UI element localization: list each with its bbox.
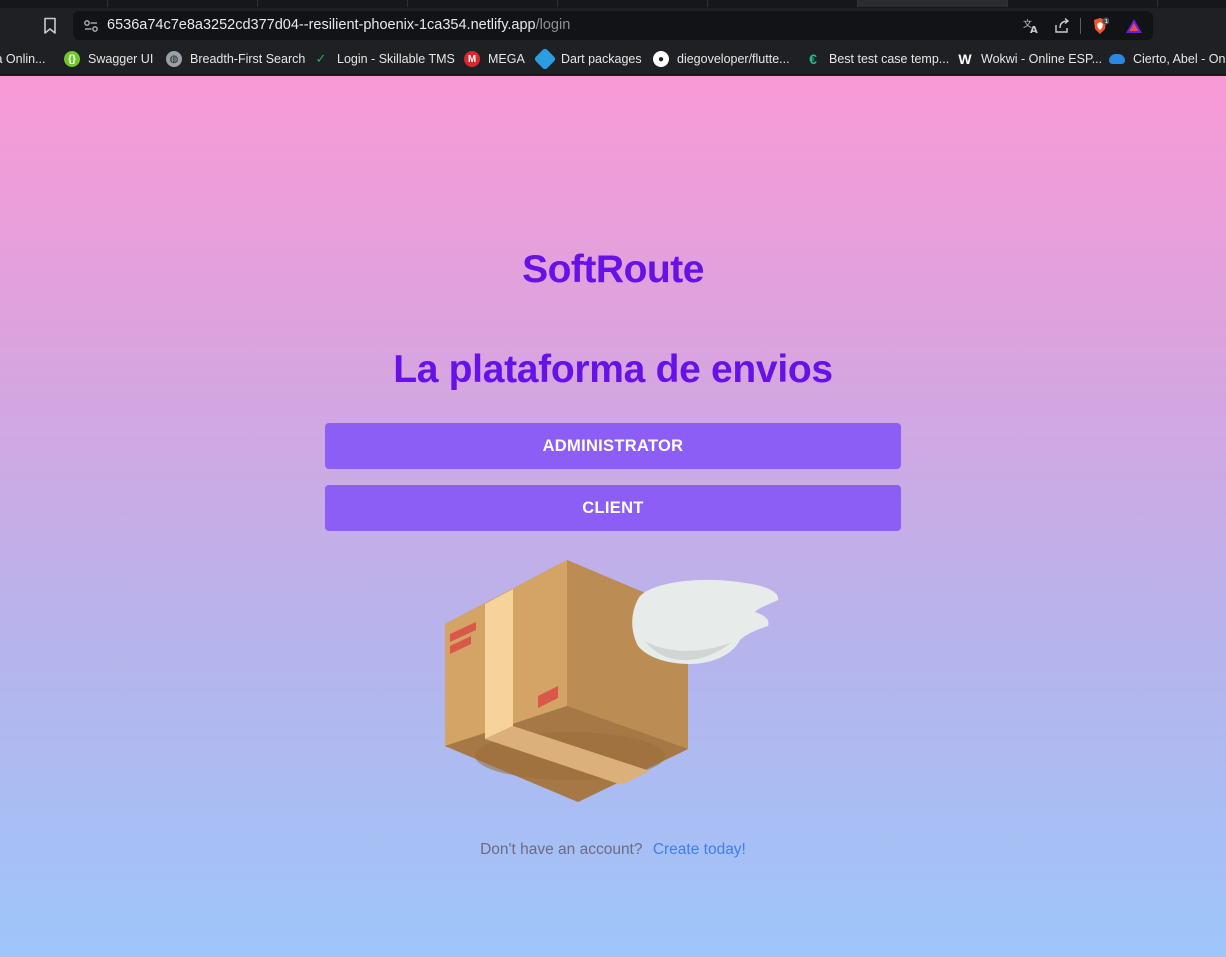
- brave-shields-icon[interactable]: 1: [1091, 17, 1109, 35]
- tab[interactable]: [558, 0, 708, 7]
- bookmark-item[interactable]: ◍ Breadth-First Search: [166, 49, 305, 69]
- address-bar[interactable]: 6536a74c7e8a3252cd377d04--resilient-phoe…: [73, 11, 1153, 40]
- bookmark-item[interactable]: ía Onlin...: [0, 49, 46, 69]
- bookmark-item[interactable]: M MEGA: [464, 49, 525, 69]
- bookmark-item[interactable]: Dart packages: [533, 47, 642, 71]
- svg-text:A: A: [1030, 25, 1038, 35]
- tab[interactable]: [108, 0, 258, 7]
- tab[interactable]: [0, 0, 108, 7]
- bookmark-item[interactable]: ● diegoveloper/flutte...: [653, 49, 790, 69]
- bookmark-label: Login - Skillable TMS: [337, 52, 455, 66]
- bookmark-item[interactable]: € Best test case temp...: [805, 49, 949, 69]
- bookmark-item[interactable]: {} Swagger UI: [64, 49, 153, 69]
- github-icon: ●: [653, 51, 669, 67]
- tab[interactable]: [408, 0, 558, 7]
- tab-strip: [0, 0, 1226, 8]
- translate-icon[interactable]: 文 A: [1022, 17, 1040, 35]
- checkmark-icon: ✓: [315, 51, 327, 66]
- bookmark-label: ía Onlin...: [0, 52, 46, 66]
- share-icon[interactable]: [1053, 17, 1071, 35]
- onedrive-icon: [1109, 54, 1125, 64]
- bookmark-label: Wokwi - Online ESP...: [981, 52, 1103, 66]
- url-host: 6536a74c7e8a3252cd377d04--resilient-phoe…: [107, 17, 536, 33]
- site-info-icon[interactable]: [83, 18, 99, 34]
- bookmark-label: diegoveloper/flutte...: [677, 52, 790, 66]
- svg-text:1: 1: [1105, 19, 1109, 25]
- administrator-button[interactable]: ADMINISTRATOR: [325, 423, 901, 469]
- bookmark-label: Best test case temp...: [829, 52, 950, 66]
- create-account-link[interactable]: Create today!: [653, 841, 746, 858]
- signup-question: Don't have an account?: [480, 841, 643, 858]
- globe-icon: ◍: [166, 51, 182, 67]
- tab[interactable]: [1008, 0, 1158, 7]
- euro-icon: €: [809, 51, 817, 67]
- tagline: La plataforma de envios: [393, 348, 833, 391]
- flying-box-illustration: [445, 560, 779, 802]
- url-path: /login: [535, 17, 571, 33]
- bookmark-label: Cierto, Abel - One: [1133, 52, 1226, 66]
- brand-title: SoftRoute: [522, 248, 704, 291]
- brave-rewards-icon[interactable]: [1125, 17, 1143, 35]
- bookmark-item[interactable]: Cierto, Abel - One: [1109, 49, 1226, 69]
- url-text[interactable]: 6536a74c7e8a3252cd377d04--resilient-phoe…: [107, 17, 570, 33]
- bookmark-item[interactable]: ✓ Login - Skillable TMS: [313, 49, 455, 69]
- signup-prompt: Don't have an account? Create today!: [0, 841, 1226, 859]
- browser-toolbar: 6536a74c7e8a3252cd377d04--resilient-phoe…: [0, 8, 1226, 43]
- tab[interactable]: [258, 0, 408, 7]
- bookmark-icon[interactable]: [42, 17, 58, 35]
- dart-icon: [533, 47, 557, 71]
- tab-active[interactable]: [858, 0, 1008, 7]
- mega-icon: M: [464, 51, 480, 67]
- swagger-icon: {}: [64, 51, 80, 67]
- login-page: SoftRoute La plataforma de envios ADMINI…: [0, 76, 1226, 957]
- bookmarks-bar: ía Onlin... {} Swagger UI ◍ Breadth-Firs…: [0, 43, 1226, 75]
- bookmark-label: Swagger UI: [88, 52, 154, 66]
- bookmark-label: Dart packages: [561, 52, 642, 66]
- client-button[interactable]: CLIENT: [325, 485, 901, 531]
- tab[interactable]: [708, 0, 858, 7]
- bookmark-item[interactable]: W Wokwi - Online ESP...: [957, 49, 1102, 69]
- wokwi-icon: W: [958, 51, 972, 67]
- toolbar-separator: [1080, 18, 1081, 34]
- bookmark-label: MEGA: [488, 52, 525, 66]
- bookmark-label: Breadth-First Search: [190, 52, 306, 66]
